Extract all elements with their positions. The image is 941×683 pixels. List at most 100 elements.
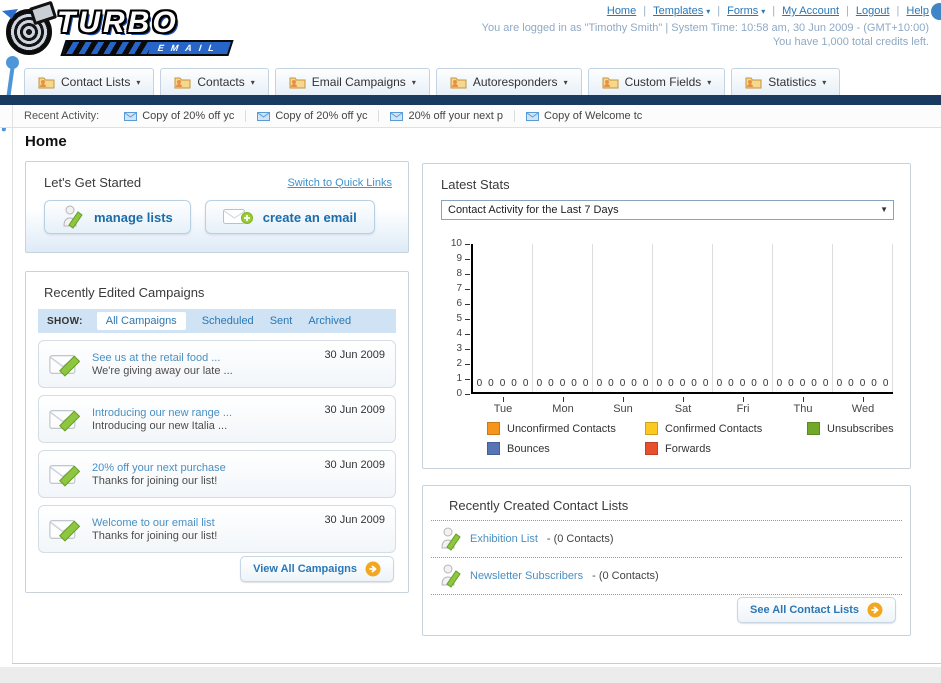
app-window: TURBO EMAIL Home Templates ▾ Forms ▾ <box>0 0 941 683</box>
data-value-label: 0 <box>716 378 723 389</box>
chart-day-group: 00000 <box>593 244 653 392</box>
contact-lists-title: Recently Created Contact Lists <box>431 486 902 521</box>
view-all-campaigns-button[interactable]: View All Campaigns <box>240 556 394 582</box>
chart-day-group: 00000 <box>713 244 773 392</box>
data-value-label: 0 <box>631 378 637 389</box>
contact-list-link[interactable]: Exhibition List <box>470 533 538 545</box>
data-value-label: 0 <box>596 378 603 389</box>
data-value-label: 0 <box>728 378 734 389</box>
legend-swatch <box>487 422 500 435</box>
campaign-card: Introducing our new range ... Introducin… <box>38 395 396 443</box>
y-tick-label: 5 <box>456 313 470 324</box>
data-value-label: 0 <box>476 378 483 389</box>
chart-day-group: 00000 <box>833 244 893 392</box>
data-value-label: 0 <box>499 378 506 389</box>
nav-tab[interactable]: Email Campaigns ▾ <box>274 68 430 95</box>
top-nav-link[interactable]: Forms <box>727 5 758 17</box>
recent-activity-item-label: Copy of Welcome tc <box>544 110 643 122</box>
campaign-filter-link[interactable]: Scheduled <box>202 315 254 327</box>
campaign-card: Welcome to our email list Thanks for joi… <box>38 505 396 553</box>
tab-label: Contact Lists <box>61 75 131 89</box>
campaign-filters: All Campaigns Scheduled Sent Archived <box>96 312 351 330</box>
logo-word-turbo: TURBO <box>57 6 179 39</box>
y-tick-label: 4 <box>456 328 470 339</box>
nav-tab[interactable]: Statistics ▾ <box>731 68 841 95</box>
logo-stripes <box>63 42 153 54</box>
chart-plot: 00000000000000000000000000000000000 <box>471 244 893 394</box>
campaign-card: 20% off your next purchase Thanks for jo… <box>38 450 396 498</box>
latest-stats-panel: Latest Stats Contact Activity for the La… <box>422 163 911 469</box>
nav-tab[interactable]: Custom Fields ▾ <box>587 68 726 95</box>
campaign-date: 30 Jun 2009 <box>324 349 385 361</box>
nav-tab[interactable]: Contact Lists ▾ <box>24 68 155 95</box>
envelope-icon <box>257 111 271 121</box>
contact-list-link[interactable]: Newsletter Subscribers <box>470 570 583 582</box>
top-nav-item[interactable]: Help <box>890 5 929 17</box>
y-tick-label: 2 <box>456 358 470 369</box>
manage-lists-button[interactable]: manage lists <box>44 200 191 234</box>
data-value-label: 0 <box>522 378 529 389</box>
nav-tab[interactable]: Autoresponders ▾ <box>435 68 582 95</box>
top-nav-link[interactable]: Help <box>906 5 929 17</box>
campaigns-panel-title: Recently Edited Campaigns <box>44 285 205 300</box>
data-value-label: 0 <box>691 378 697 389</box>
person-pencil-icon <box>63 205 83 229</box>
contact-list-count: - (0 Contacts) <box>546 533 614 545</box>
chart-day-group: 00000 <box>473 244 533 392</box>
top-nav-link[interactable]: Templates <box>653 5 703 17</box>
recent-activity-item[interactable]: Copy of Welcome tc <box>514 110 653 122</box>
campaign-title-link[interactable]: See us at the retail food ... <box>92 352 233 364</box>
x-tick-label: Thu <box>773 397 833 415</box>
tab-label: Email Campaigns <box>311 75 406 89</box>
campaign-date: 30 Jun 2009 <box>324 404 385 416</box>
campaign-filter-link[interactable]: All Campaigns <box>96 312 186 330</box>
chevron-down-icon: ▾ <box>250 77 255 87</box>
y-tick-label: 6 <box>456 298 470 309</box>
stats-period-select[interactable]: Contact Activity for the Last 7 Days ▼ <box>441 200 894 220</box>
turbocharger-icon <box>6 9 52 55</box>
top-nav-item[interactable]: Templates ▾ <box>636 5 710 17</box>
nav-tab[interactable]: Contacts ▾ <box>160 68 269 95</box>
campaign-filter-link[interactable]: Sent <box>270 315 293 327</box>
recent-activity-item[interactable]: 20% off your next p <box>378 110 514 122</box>
top-nav-item[interactable]: Home <box>607 5 636 17</box>
switch-quick-links-link[interactable]: Switch to Quick Links <box>287 177 392 189</box>
footer-band <box>0 667 941 683</box>
x-tick-label: Sun <box>593 397 653 415</box>
chevron-down-icon: ▾ <box>136 77 141 87</box>
chart-x-labels: Tue Mon Sun Sat Fri Thu Wed <box>473 397 893 415</box>
tab-icon <box>745 77 762 89</box>
x-tick-label: Fri <box>713 397 773 415</box>
data-value-label: 0 <box>882 378 889 389</box>
tab-icon <box>174 77 191 89</box>
contact-list-item: Exhibition List - (0 Contacts) <box>431 521 902 558</box>
x-tick-label: Sat <box>653 397 713 415</box>
envelope-icon <box>526 111 540 121</box>
campaign-title-link[interactable]: Welcome to our email list <box>92 517 217 529</box>
recent-activity-item[interactable]: Copy of 20% off yc <box>113 110 245 122</box>
x-tick-label: Wed <box>833 397 893 415</box>
envelope-pencil-icon <box>49 519 81 542</box>
view-all-campaigns-label: View All Campaigns <box>253 563 357 575</box>
top-nav-item[interactable]: Forms ▾ <box>710 5 765 17</box>
recent-activity-item[interactable]: Copy of 20% off yc <box>245 110 378 122</box>
top-nav-item[interactable]: Logout <box>839 5 890 17</box>
campaign-title-link[interactable]: Introducing our new range ... <box>92 407 232 419</box>
legend-label: Bounces <box>507 442 550 455</box>
create-email-button[interactable]: create an email <box>204 200 375 234</box>
data-value-label: 0 <box>679 378 686 389</box>
top-nav-item[interactable]: My Account <box>765 5 839 17</box>
campaign-filter-link[interactable]: Archived <box>308 315 351 327</box>
tab-label: Autoresponders <box>472 75 558 89</box>
legend-label: Unconfirmed Contacts <box>507 422 616 435</box>
top-nav-link[interactable]: Logout <box>856 5 890 17</box>
data-value-label: 0 <box>548 378 554 389</box>
see-all-contact-lists-button[interactable]: See All Contact Lists <box>736 597 896 623</box>
legend-label: Confirmed Contacts <box>665 422 763 435</box>
top-nav-link[interactable]: Home <box>607 5 636 17</box>
data-value-label: 0 <box>668 378 674 389</box>
campaign-subtitle: Thanks for joining our list! <box>92 474 218 487</box>
campaign-title-link[interactable]: 20% off your next purchase <box>92 462 226 474</box>
campaign-subtitle: We're giving away our late ... <box>92 364 233 377</box>
top-nav-link[interactable]: My Account <box>782 5 839 17</box>
